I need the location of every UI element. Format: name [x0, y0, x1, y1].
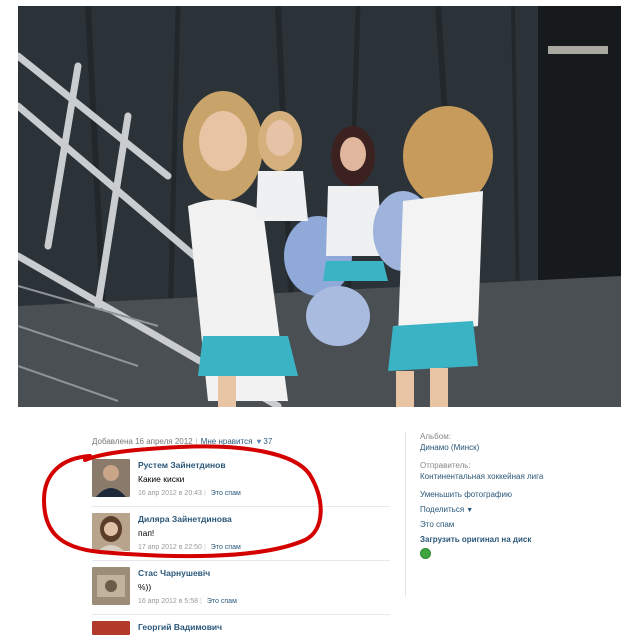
- avatar[interactable]: [92, 459, 130, 497]
- sender-label: Отправитель:: [420, 461, 471, 470]
- photo[interactable]: [18, 6, 621, 407]
- comment-item: Георгий Вадимович: [92, 618, 390, 638]
- avatar[interactable]: [92, 621, 130, 635]
- avatar[interactable]: [92, 513, 130, 551]
- chevron-down-icon: ▼: [466, 507, 474, 514]
- added-date: Добавлена 16 апреля 2012: [92, 437, 193, 446]
- like-button[interactable]: Мне нравится ♥ 37: [201, 437, 273, 446]
- comment-item: Рустем Зайнетдинов Какие киски 16 апр 20…: [92, 456, 390, 507]
- photo-image: [18, 6, 621, 407]
- share-label: Поделиться: [420, 505, 465, 514]
- report-spam-link[interactable]: Это спам: [207, 598, 237, 605]
- comment-text: пап!: [138, 528, 155, 538]
- comment-date[interactable]: 16 апр 2012 в 5:58: [138, 598, 198, 605]
- album-link[interactable]: Динамо (Минск): [420, 443, 550, 453]
- heart-icon: ♥: [256, 437, 262, 446]
- comment-author[interactable]: Георгий Вадимович: [138, 622, 390, 632]
- sender-link[interactable]: Континентальная хоккейная лига: [420, 472, 550, 482]
- report-spam-link[interactable]: Это спам: [211, 490, 241, 497]
- album-label: Альбом:: [420, 432, 451, 441]
- share-menu[interactable]: Поделиться ▼: [420, 505, 550, 514]
- comment-author[interactable]: Рустем Зайнетдинов: [138, 460, 390, 470]
- photo-meta: Добавлена 16 апреля 2012 | Мне нравится ♥ 3…: [92, 437, 273, 446]
- photo-info-panel: Альбом: Динамо (Минск) Отправитель: Конт…: [405, 432, 550, 597]
- comment-list: Рустем Зайнетдинов Какие киски 16 апр 20…: [92, 456, 390, 641]
- report-spam-link[interactable]: Это спам: [211, 544, 241, 551]
- comment-text: %)): [138, 582, 152, 592]
- comment-item: Диляра Зайнетдинова пап! 17 апр 2012 в 2…: [92, 510, 390, 561]
- download-original-link[interactable]: Загрузить оригинал на диск: [420, 535, 550, 544]
- green-circle-icon: [420, 548, 431, 559]
- comment-text: Какие киски: [138, 474, 185, 484]
- report-spam-link[interactable]: Это спам: [420, 520, 550, 529]
- comment-date[interactable]: 16 апр 2012 в 20:43: [138, 490, 202, 497]
- comment-item: Стас Чарнушевіч %)) 16 апр 2012 в 5:58 | Э…: [92, 564, 390, 615]
- comment-author[interactable]: Стас Чарнушевіч: [138, 568, 390, 578]
- avatar[interactable]: [92, 567, 130, 605]
- comment-date[interactable]: 17 апр 2012 в 22:50: [138, 544, 202, 551]
- like-label: Мне нравится: [200, 437, 253, 446]
- reduce-photo-link[interactable]: Уменьшить фотографию: [420, 490, 550, 499]
- comment-author[interactable]: Диляра Зайнетдинова: [138, 514, 390, 524]
- like-count: 37: [263, 437, 273, 446]
